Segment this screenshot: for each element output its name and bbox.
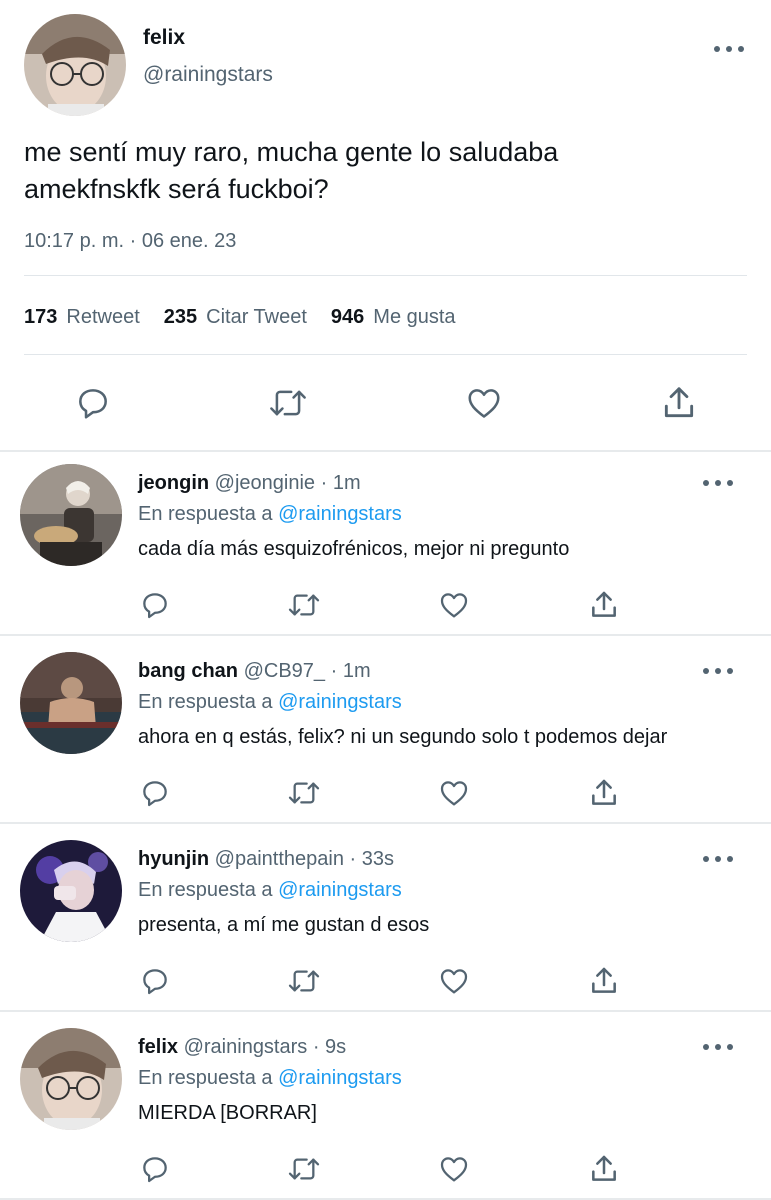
reply-author-name[interactable]: hyunjin xyxy=(138,848,209,870)
reply-actions xyxy=(0,1152,771,1188)
divider xyxy=(24,354,747,355)
tweet-timestamp[interactable]: 10:17 p. m. · 06 ene. 23 xyxy=(24,230,236,253)
retweets-label: Retweet xyxy=(66,306,140,328)
main-tweet: felix @rainingstars me sentí muy raro, m… xyxy=(0,0,771,450)
more-icon[interactable] xyxy=(703,477,733,489)
reply-author-name[interactable]: jeongin xyxy=(138,472,209,494)
retweets-stat[interactable]: 173 Retweet xyxy=(24,306,140,329)
tweet-text-line: amekfnskfk será fuckboi? xyxy=(24,174,329,204)
tweet-text-line: me sentí muy raro, mucha gente lo saluda… xyxy=(24,137,559,167)
divider xyxy=(24,275,747,276)
share-icon[interactable] xyxy=(587,1152,621,1186)
retweet-icon[interactable] xyxy=(285,964,323,998)
reply-text: ahora en q estás, felix? ni un segundo s… xyxy=(138,726,668,748)
reply-icon[interactable] xyxy=(138,964,172,998)
reply-text: presenta, a mí me gustan d esos xyxy=(138,914,430,936)
reply-time[interactable]: · 33s xyxy=(350,848,394,870)
likes-count: 946 xyxy=(330,306,365,328)
likes-stat[interactable]: 946 Me gusta xyxy=(331,306,456,329)
reply-header: bang chan @CB97_ · 1m xyxy=(138,660,371,683)
more-icon[interactable] xyxy=(714,43,744,55)
reply-time[interactable]: · 1m xyxy=(331,660,371,682)
reply-mention[interactable]: @rainingstars xyxy=(278,691,402,713)
retweets-count: 173 xyxy=(24,306,58,328)
reply-header: jeongin @jeonginie · 1m xyxy=(138,472,361,495)
reply-context: En respuesta a @rainingstars xyxy=(138,1067,402,1090)
reply-author-handle[interactable]: @CB97_ xyxy=(244,660,325,682)
heart-icon[interactable] xyxy=(437,1152,471,1186)
reply-prefix: En respuesta a xyxy=(138,503,273,525)
avatar[interactable] xyxy=(20,652,122,754)
separator xyxy=(0,634,771,636)
reply-prefix: En respuesta a xyxy=(138,879,273,901)
reply-prefix: En respuesta a xyxy=(138,1067,273,1089)
reply-actions xyxy=(0,964,771,1000)
reply-context: En respuesta a @rainingstars xyxy=(138,691,402,714)
quotes-label: Citar Tweet xyxy=(206,306,307,328)
reply-tweet[interactable]: jeongin @jeonginie · 1m En respuesta a @… xyxy=(0,452,771,638)
share-icon[interactable] xyxy=(658,382,700,424)
tweet-actions xyxy=(0,380,771,426)
more-icon[interactable] xyxy=(703,853,733,865)
retweet-icon[interactable] xyxy=(285,1152,323,1186)
reply-author-name[interactable]: bang chan xyxy=(138,660,238,682)
share-icon[interactable] xyxy=(587,964,621,998)
reply-tweet[interactable]: hyunjin @paintthepain · 33s En respuesta… xyxy=(0,828,771,1014)
reply-actions xyxy=(0,776,771,812)
reply-icon[interactable] xyxy=(138,588,172,622)
reply-mention[interactable]: @rainingstars xyxy=(278,1067,402,1089)
more-icon[interactable] xyxy=(703,1041,733,1053)
separator xyxy=(0,822,771,824)
reply-author-handle[interactable]: @jeonginie xyxy=(215,472,315,494)
author-handle[interactable]: @rainingstars xyxy=(143,63,273,87)
retweet-icon[interactable] xyxy=(265,382,311,424)
more-icon[interactable] xyxy=(703,665,733,677)
avatar[interactable] xyxy=(20,840,122,942)
reply-icon[interactable] xyxy=(138,1152,172,1186)
author-name[interactable]: felix xyxy=(143,26,185,50)
reply-text: cada día más esquizofrénicos, mejor ni p… xyxy=(138,538,570,560)
retweet-icon[interactable] xyxy=(285,588,323,622)
reply-mention[interactable]: @rainingstars xyxy=(278,879,402,901)
reply-text: MIERDA [BORRAR] xyxy=(138,1102,317,1124)
reply-context: En respuesta a @rainingstars xyxy=(138,503,402,526)
tweet-text: me sentí muy raro, mucha gente lo saluda… xyxy=(24,134,744,208)
retweet-icon[interactable] xyxy=(285,776,323,810)
heart-icon[interactable] xyxy=(437,964,471,998)
separator xyxy=(0,1010,771,1012)
reply-icon[interactable] xyxy=(72,382,114,424)
reply-prefix: En respuesta a xyxy=(138,691,273,713)
reply-header: felix @rainingstars · 9s xyxy=(138,1036,346,1059)
reply-author-handle[interactable]: @paintthepain xyxy=(215,848,344,870)
reply-tweet[interactable]: felix @rainingstars · 9s En respuesta a … xyxy=(0,1016,771,1200)
avatar[interactable] xyxy=(20,464,122,566)
share-icon[interactable] xyxy=(587,776,621,810)
heart-icon[interactable] xyxy=(437,776,471,810)
heart-icon[interactable] xyxy=(437,588,471,622)
reply-time[interactable]: · 9s xyxy=(313,1036,346,1058)
reply-icon[interactable] xyxy=(138,776,172,810)
heart-icon[interactable] xyxy=(463,382,505,424)
reply-mention[interactable]: @rainingstars xyxy=(278,503,402,525)
quotes-stat[interactable]: 235 Citar Tweet xyxy=(164,306,307,329)
reply-time[interactable]: · 1m xyxy=(321,472,361,494)
avatar[interactable] xyxy=(20,1028,122,1130)
reply-actions xyxy=(0,588,771,624)
quotes-count: 235 xyxy=(163,306,198,328)
share-icon[interactable] xyxy=(587,588,621,622)
reply-context: En respuesta a @rainingstars xyxy=(138,879,402,902)
reply-author-name[interactable]: felix xyxy=(138,1036,178,1058)
tweet-stats: 173 Retweet 235 Citar Tweet 946 Me gusta xyxy=(24,306,480,329)
likes-label: Me gusta xyxy=(373,306,456,328)
reply-tweet[interactable]: bang chan @CB97_ · 1m En respuesta a @ra… xyxy=(0,640,771,826)
avatar[interactable] xyxy=(24,14,126,116)
reply-author-handle[interactable]: @rainingstars xyxy=(184,1036,308,1058)
reply-header: hyunjin @paintthepain · 33s xyxy=(138,848,394,871)
